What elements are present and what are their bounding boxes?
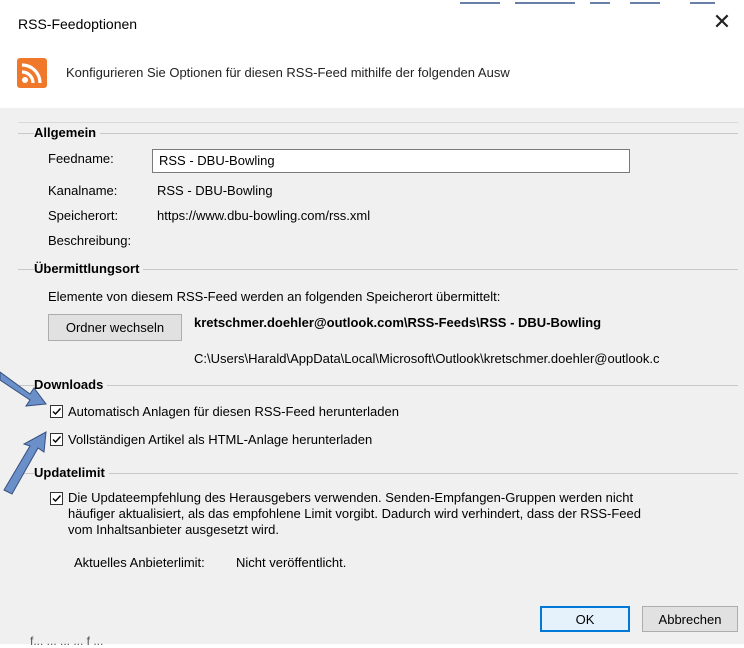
group-general-label: Allgemein <box>34 125 101 140</box>
current-limit-label: Aktuelles Anbieterlimit: <box>74 555 205 570</box>
beschreibung-label: Beschreibung: <box>48 233 132 248</box>
feedname-label: Feedname: <box>48 151 114 166</box>
target-folder: kretschmer.doehler@outlook.com\RSS-Feeds… <box>194 315 602 330</box>
group-line-general <box>18 133 738 134</box>
group-line-downloads <box>18 385 738 386</box>
feedname-input[interactable]: RSS - DBU-Bowling <box>152 149 630 173</box>
annotation-arrows-icon <box>0 371 47 495</box>
cancel-button[interactable]: Abbrechen <box>642 606 738 632</box>
speicherort-label: Speicherort: <box>48 208 119 223</box>
delivery-description: Elemente von diesem RSS-Feed werden an f… <box>48 289 501 304</box>
target-path: C:\Users\Harald\AppData\Local\Microsoft\… <box>194 351 660 366</box>
change-folder-button[interactable]: Ordner wechseln <box>48 314 182 341</box>
group-line-update <box>18 473 738 474</box>
options-panel: Allgemein Feedname: RSS - DBU-Bowling Ka… <box>18 122 738 593</box>
publisher-recommendation-line1[interactable]: Die Updateempfehlung des Herausgebers ve… <box>68 490 633 506</box>
fullarticle-label[interactable]: Vollständigen Artikel als HTML-Anlage he… <box>68 432 372 447</box>
publisher-recommendation-line3[interactable]: vom Inhaltsanbieter ausgesetzt wird. <box>68 522 279 538</box>
rss-icon <box>17 58 47 88</box>
close-icon[interactable]: ✕ <box>708 8 736 36</box>
publisher-recommendation-line2[interactable]: häufiger aktualisiert, als das empfohlen… <box>68 506 641 522</box>
kanalname-label: Kanalname: <box>48 183 118 198</box>
ok-button[interactable]: OK <box>540 606 630 632</box>
speicherort-value: https://www.dbu-bowling.com/rss.xml <box>157 208 371 223</box>
kanalname-value: RSS - DBU-Bowling <box>157 183 273 198</box>
header-description: Konfigurieren Sie Optionen für diesen RS… <box>66 65 510 80</box>
dialog-title: RSS-Feedoptionen <box>18 16 138 32</box>
background-window-text: f... ... ... ... f ... <box>30 634 104 648</box>
group-delivery-label: Übermittlungsort <box>34 261 144 276</box>
background-window-strip <box>460 0 730 6</box>
attachments-label[interactable]: Automatisch Anlagen für diesen RSS-Feed … <box>68 404 399 419</box>
current-limit-value: Nicht veröffentlicht. <box>236 555 347 570</box>
